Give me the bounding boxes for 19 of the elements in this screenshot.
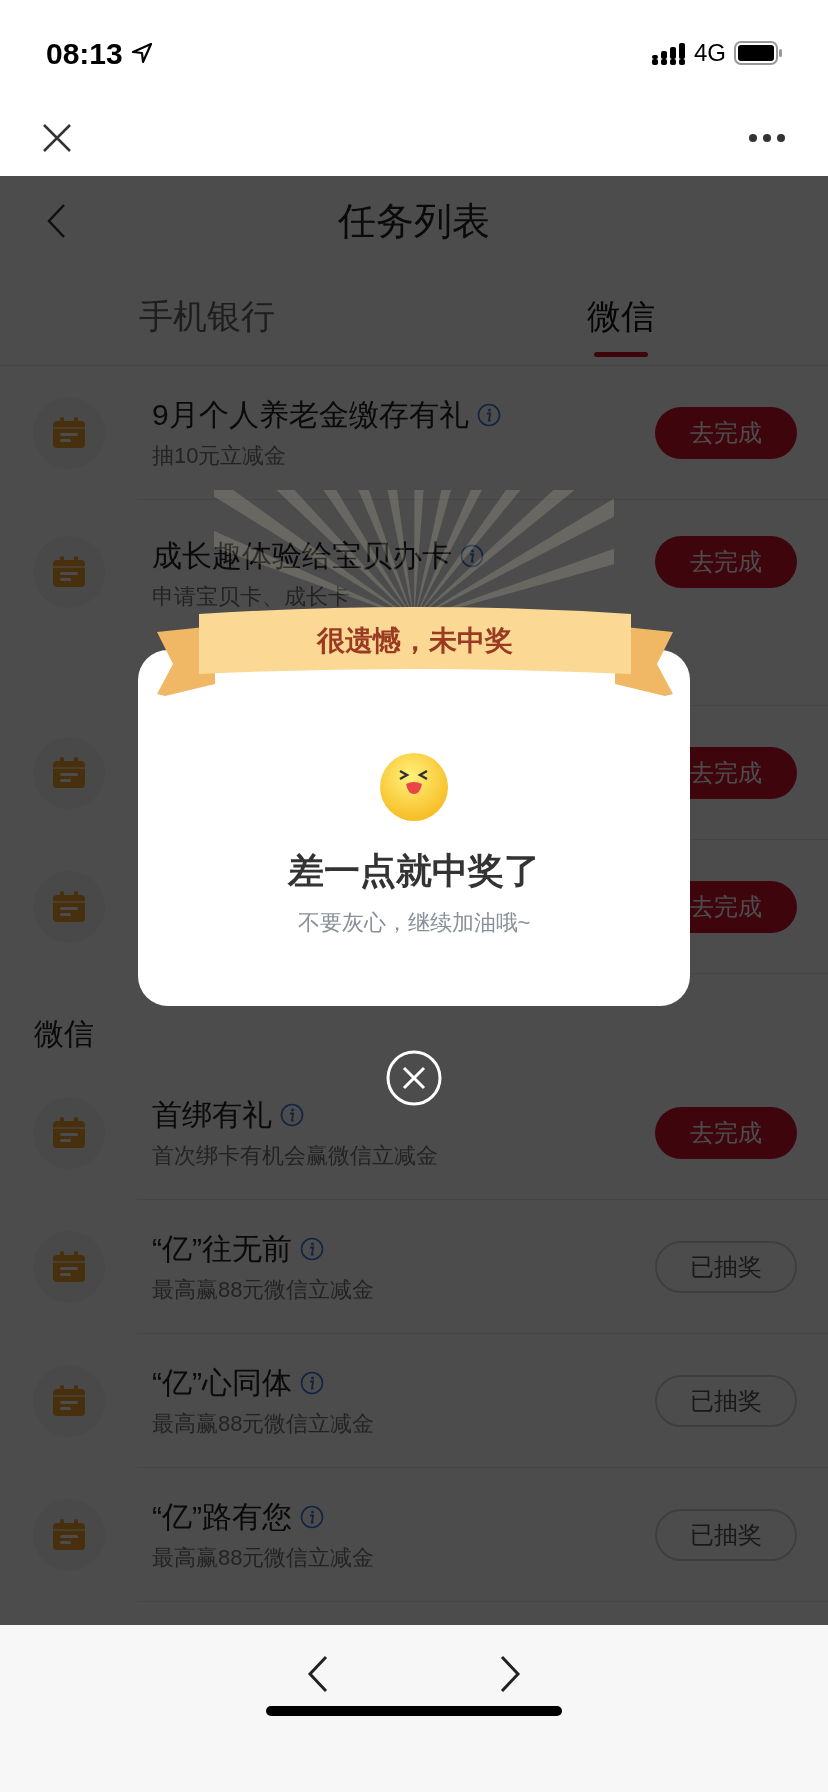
section-heading: 微信 — [34, 1016, 94, 1052]
task-title: 首绑有礼 — [152, 1096, 272, 1133]
close-icon[interactable] — [42, 123, 72, 153]
task-title: 9月个人养老金缴存有礼 — [152, 396, 469, 433]
task-title: “亿”路有您 — [152, 1498, 292, 1535]
task-title: 成长趣体验给宝贝办卡 — [152, 538, 452, 574]
dialog-title: 差一点就中奖了 — [288, 849, 540, 893]
task-title: “亿”往无前 — [152, 1230, 292, 1267]
task-title: “亿”心同体 — [152, 1364, 292, 1401]
location-arrow-icon — [130, 42, 153, 64]
emoji-icon — [379, 752, 449, 822]
signal-icon — [652, 41, 686, 65]
more-icon[interactable] — [748, 133, 786, 143]
dialog-message: 不要灰心，继续加油哦~ — [297, 909, 531, 937]
network-label: 4G — [694, 38, 726, 68]
status-time: 08:13 — [46, 35, 123, 72]
battery-icon — [734, 41, 782, 65]
ribbon-text: 很遗憾，未中奖 — [315, 624, 514, 658]
page-title: 任务列表 — [338, 198, 490, 244]
